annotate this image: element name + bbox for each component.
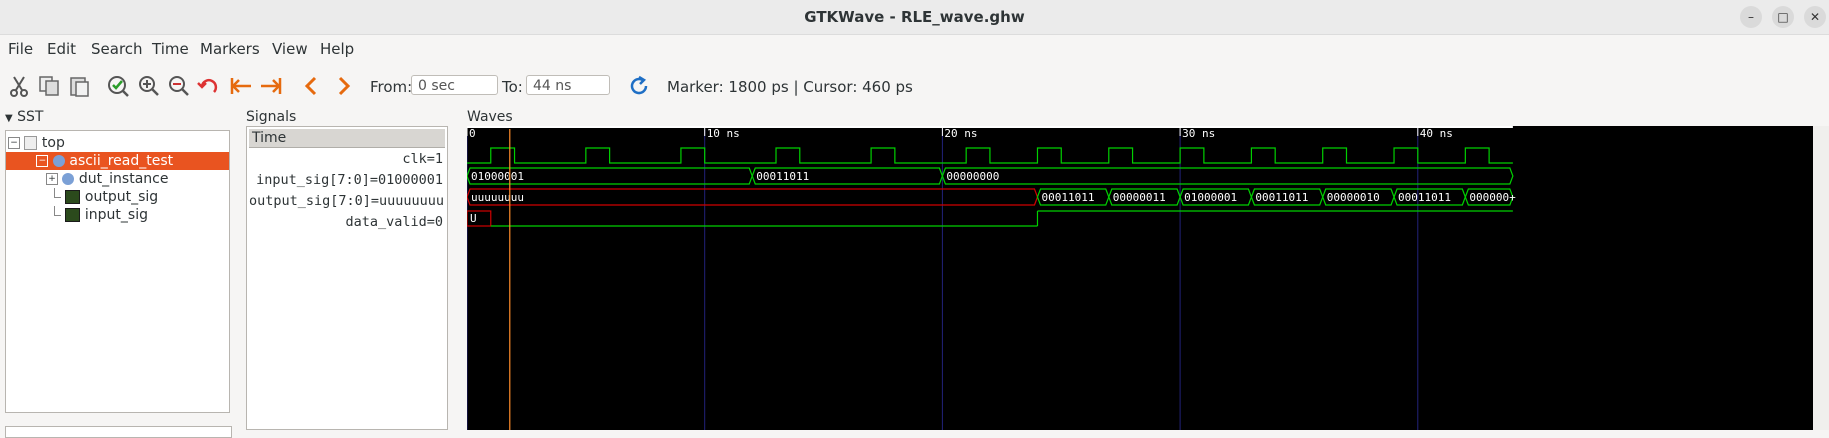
- paste-icon[interactable]: [67, 74, 91, 98]
- reload-icon[interactable]: [627, 74, 651, 98]
- tick-label: 20 ns: [944, 127, 977, 140]
- tree-item-label: ascii_read_test: [69, 153, 174, 169]
- menu-time[interactable]: Time: [152, 40, 189, 58]
- sst-title: SST: [17, 109, 44, 125]
- next-icon[interactable]: [331, 74, 355, 98]
- tree-item-label: output_sig: [84, 189, 159, 205]
- tick-label: 10 ns: [707, 127, 740, 140]
- zoom-to-start-icon[interactable]: [229, 74, 253, 98]
- output-sig-value: uuuuuuuu: [471, 191, 524, 204]
- tree-item-input-sig[interactable]: input_sig: [54, 206, 148, 224]
- tree-expander-icon[interactable]: −: [8, 137, 20, 149]
- menu-markers[interactable]: Markers: [200, 40, 260, 58]
- tree-item-output-sig[interactable]: output_sig: [54, 188, 158, 206]
- tree-item-label: dut_instance: [78, 171, 169, 187]
- from-input[interactable]: 0 sec: [411, 75, 498, 95]
- sst-signal-list: [5, 426, 232, 438]
- cut-icon[interactable]: [7, 74, 31, 98]
- menu-help[interactable]: Help: [320, 40, 354, 58]
- sst-tree: − top − ascii_read_test + dut_instance o…: [5, 130, 230, 413]
- tree-item-label: input_sig: [84, 207, 148, 223]
- signal-row-clk[interactable]: clk=1: [249, 149, 445, 169]
- window-title: GTKWave - RLE_wave.ghw: [804, 8, 1025, 26]
- waves-pane-title: Waves: [467, 109, 513, 125]
- signal-row-data-valid[interactable]: data_valid=0: [249, 212, 445, 232]
- tree-item-top[interactable]: − top: [8, 134, 65, 152]
- zoom-out-icon[interactable]: [167, 74, 191, 98]
- select-all-icon[interactable]: [107, 74, 131, 98]
- signals-time-header: Time: [249, 129, 445, 148]
- output-sig-value: 01000001: [1184, 191, 1237, 204]
- input-sig-value: 00011011: [756, 170, 809, 183]
- zoom-to-end-icon[interactable]: [259, 74, 283, 98]
- signals-pane-title: Signals: [246, 109, 297, 125]
- signal-row-output-sig[interactable]: output_sig[7:0]=uuuuuuuu: [249, 191, 445, 211]
- clk-trace: [467, 147, 1513, 164]
- tree-expander-icon[interactable]: −: [36, 155, 49, 167]
- output-sig-value: 00000011: [1113, 191, 1166, 204]
- from-label: From:: [370, 78, 413, 96]
- tree-item-dut-instance[interactable]: + dut_instance: [46, 170, 168, 188]
- module-icon: [62, 173, 75, 185]
- signals-pane: Time clk=1 input_sig[7:0]=01000001 outpu…: [246, 126, 448, 430]
- output-sig-segment: [466, 188, 1039, 206]
- output-sig-value: 000000+: [1469, 191, 1516, 204]
- tree-line: [54, 206, 61, 216]
- maximize-button[interactable]: □: [1772, 6, 1794, 28]
- menu-file[interactable]: File: [8, 40, 33, 58]
- data-valid-value: U: [470, 212, 477, 225]
- input-sig-segment: [941, 167, 1514, 185]
- output-sig-value: 00000010: [1327, 191, 1380, 204]
- previous-icon[interactable]: [300, 74, 324, 98]
- tick-label: 30 ns: [1182, 127, 1215, 140]
- close-button[interactable]: ✕: [1804, 6, 1826, 28]
- tree-item-ascii-read-test[interactable]: − ascii_read_test: [6, 152, 229, 170]
- output-sig-value: 00011011: [1041, 191, 1094, 204]
- toolbar: From: 0 sec To: 44 ns Marker: 1800 ps | …: [0, 70, 1829, 102]
- marker-cursor-status: Marker: 1800 ps | Cursor: 460 ps: [667, 78, 913, 96]
- tree-line: [54, 188, 61, 198]
- module-icon: [52, 155, 65, 167]
- signal-icon: [65, 190, 81, 204]
- collapse-icon[interactable]: ▼: [5, 113, 13, 124]
- tick-label: 40 ns: [1420, 127, 1453, 140]
- zoom-in-icon[interactable]: [137, 74, 161, 98]
- menu-view[interactable]: View: [272, 40, 308, 58]
- undo-zoom-icon[interactable]: [197, 74, 221, 98]
- signal-icon: [65, 208, 81, 222]
- input-sig-value: 00000000: [946, 170, 999, 183]
- title-bar: GTKWave - RLE_wave.ghw – □ ✕: [0, 0, 1829, 35]
- waves-area[interactable]: 0 10 ns 20 ns 30 ns 40 ns 01000001 00011011 000…: [466, 126, 1813, 430]
- tree-expander-icon[interactable]: +: [46, 173, 58, 185]
- to-label: To:: [502, 78, 523, 96]
- vertical-scrollbar[interactable]: [1813, 126, 1829, 430]
- module-icon: [24, 136, 38, 150]
- tree-item-label: top: [41, 135, 65, 151]
- input-sig-value: 01000001: [471, 170, 524, 183]
- output-sig-value: 00011011: [1255, 191, 1308, 204]
- tick-label: 0: [469, 127, 476, 140]
- copy-icon[interactable]: [37, 74, 61, 98]
- menu-edit[interactable]: Edit: [47, 40, 76, 58]
- minimize-button[interactable]: –: [1740, 6, 1762, 28]
- output-sig-value: 00011011: [1398, 191, 1451, 204]
- to-input[interactable]: 44 ns: [526, 75, 610, 95]
- time-ruler-line: [467, 126, 1513, 128]
- menu-search[interactable]: Search: [91, 40, 143, 58]
- sst-pane-title: ▼ SST: [5, 109, 43, 125]
- signal-row-input-sig[interactable]: input_sig[7:0]=01000001: [249, 170, 445, 190]
- waveform-canvas[interactable]: 0 10 ns 20 ns 30 ns 40 ns 01000001 00011011 000…: [466, 126, 1813, 430]
